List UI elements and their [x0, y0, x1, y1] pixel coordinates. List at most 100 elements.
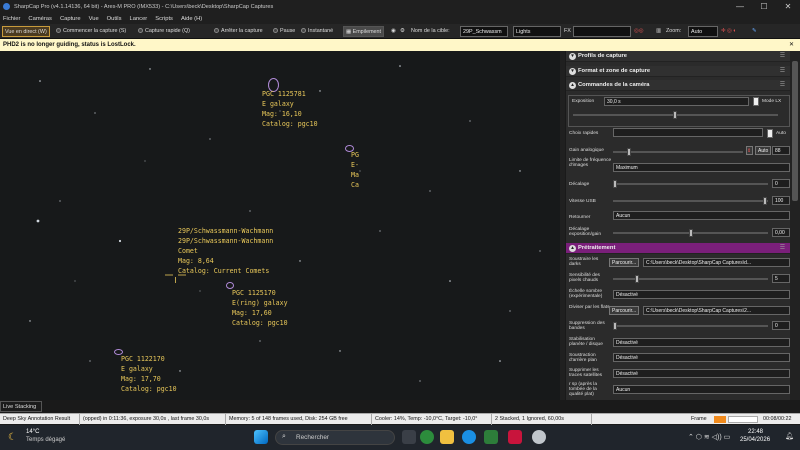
banding-slider[interactable] — [613, 322, 768, 330]
stop-capture-button[interactable]: Arrêter la capture — [214, 26, 263, 37]
divide-flats-label: Diviser par les flats — [569, 305, 610, 310]
menu-cameras[interactable]: Caméras — [28, 16, 52, 22]
offset-slider[interactable] — [613, 180, 768, 188]
gain-auto-button[interactable]: Auto — [755, 146, 772, 155]
section-camera-controls[interactable]: ▴ Commandes de la caméra ☰ — [566, 80, 790, 91]
background-subtraction-select[interactable]: Désactivé — [613, 353, 790, 362]
gain-stepper[interactable]: ⇕ — [746, 146, 753, 155]
chrome-icon[interactable] — [420, 430, 434, 444]
exposure-gain-offset-slider[interactable] — [613, 229, 768, 237]
live-stacking-tab[interactable]: Live Stacking — [0, 401, 42, 412]
clock-date[interactable]: 25/04/2026 — [740, 437, 770, 443]
weather-temperature[interactable]: 14°C — [26, 429, 39, 435]
notification-text: PHD2 is no longer guiding, status is Los… — [3, 42, 136, 48]
section-capture-profiles[interactable]: ▾ Profils de capture ☰ — [566, 51, 790, 62]
quick-capture-icon — [138, 28, 143, 34]
menu-help[interactable]: Aide (H) — [181, 16, 202, 22]
banding-value[interactable]: 0 — [772, 321, 790, 330]
fx-select[interactable] — [573, 26, 631, 37]
exposure-gain-offset-value[interactable]: 0,00 — [772, 228, 790, 237]
live-view-button[interactable]: Vue en direct (W) — [2, 26, 50, 37]
toolbar: Vue en direct (W) Commencer la capture (… — [0, 24, 800, 39]
target-name-input[interactable]: 29P_Schwassm — [460, 26, 508, 37]
flip-select[interactable]: Aucun — [613, 211, 790, 220]
panel-scrollbar[interactable] — [790, 51, 800, 400]
menu-capture[interactable]: Capture — [60, 16, 81, 22]
minimize-button[interactable]: — — [728, 0, 752, 13]
start-capture-button[interactable]: Commencer la capture (S) — [56, 26, 126, 37]
auto-exposure-checkbox[interactable] — [767, 129, 773, 138]
subtract-darks-label: Soustraire les darks — [569, 257, 599, 267]
search-box[interactable]: ⌕ Rechercher — [275, 430, 395, 445]
usb-speed-slider[interactable] — [613, 197, 768, 205]
usb-speed-value[interactable]: 100 — [772, 196, 790, 205]
menu-icon[interactable]: ☰ — [780, 243, 785, 254]
browse-flats-button[interactable]: Parcourir... — [609, 306, 640, 315]
flats-path-select[interactable]: C:\Users\beck\Desktop\SharpCap Captures\… — [643, 306, 790, 315]
menu-view[interactable]: Vue — [89, 16, 99, 22]
system-tray-icons[interactable]: ⌃ ⬡ ≋ ◁)) ▭ — [688, 433, 730, 441]
quick-choice-select[interactable] — [613, 128, 763, 137]
file-explorer-icon[interactable] — [440, 430, 454, 444]
collapse-icon: ▴ — [569, 82, 576, 89]
exposure-input[interactable]: 30,0 s — [604, 97, 749, 106]
stabilisation-select[interactable]: Désactivé — [613, 338, 790, 347]
menu-icon[interactable]: ☰ — [780, 51, 785, 62]
section-preprocessing[interactable]: ▴ Prétraitement ☰ — [566, 243, 790, 254]
exposure-slider[interactable] — [573, 111, 778, 119]
frame-counter: 00:08/00:22 — [763, 416, 792, 422]
record-red-icon[interactable]: ◎◎ — [634, 26, 643, 37]
zoom-select[interactable]: Auto — [688, 26, 718, 37]
close-notification-icon[interactable]: ✕ — [789, 39, 794, 51]
menu-file[interactable]: Fichier — [3, 16, 20, 22]
sharpcap-taskbar-icon[interactable] — [532, 430, 546, 444]
status-cooler: Cooler: 14%, Temp: -10,0°C, Target: -10,… — [372, 414, 492, 425]
flat-quality-select[interactable]: Aucun — [613, 385, 790, 394]
gain-value[interactable]: 88 — [772, 146, 790, 155]
menu-icon[interactable]: ☰ — [780, 66, 785, 77]
crosshair-icon[interactable]: ✛ ◎ ◐ — [721, 26, 736, 37]
frame-type-select[interactable]: Lights — [513, 26, 561, 37]
menu-icon[interactable]: ☰ — [780, 80, 785, 91]
offset-value[interactable]: 0 — [772, 179, 790, 188]
dark-scale-label: Échelle sombre (expérimentale) — [569, 289, 603, 299]
browse-darks-button[interactable]: Parcourir... — [609, 258, 640, 267]
menu-launch[interactable]: Lancer — [130, 16, 148, 22]
snapshot-button[interactable]: Instantané — [301, 26, 333, 37]
notifications-icon[interactable]: 🔔︎ — [785, 432, 794, 440]
maximize-button[interactable]: ☐ — [752, 0, 776, 13]
frame-rate-limit-select[interactable]: Maximum — [613, 163, 790, 172]
status-annotation: Deep Sky Annotation Result — [0, 414, 80, 425]
weather-description[interactable]: Temps dégagé — [26, 437, 65, 443]
quick-capture-button[interactable]: Capture rapide (Q) — [138, 26, 190, 37]
clock-time[interactable]: 22:48 — [748, 429, 763, 435]
edit-icon[interactable]: ✎ — [752, 26, 757, 37]
app-icon-red[interactable] — [508, 430, 522, 444]
hot-pixel-value[interactable]: 5 — [772, 274, 790, 283]
dark-scale-select[interactable]: Désactivé — [613, 290, 790, 299]
stack-button[interactable]: ▦ Empilement — [343, 26, 385, 37]
fx-label: FX — [564, 28, 571, 34]
menu-scripts[interactable]: Scripts — [155, 16, 173, 22]
flat-quality-label: r sp (après la tombée de la qualité plat… — [569, 382, 597, 397]
image-viewer[interactable]: PGC 1125781 E galaxy Mag: 16,10 Catalog:… — [0, 51, 565, 400]
viewer-scrollbar[interactable] — [560, 51, 565, 400]
windows-start-icon[interactable] — [254, 430, 268, 444]
hot-pixel-slider[interactable] — [613, 275, 768, 283]
annotation-pgc-edge: PG E- Ma Ca — [351, 151, 359, 189]
edge-icon[interactable] — [462, 430, 476, 444]
flip-label: Retourner — [569, 215, 591, 220]
settings-circle-icon[interactable]: ◉ — [391, 26, 396, 37]
close-window-button[interactable]: ✕ — [776, 0, 800, 13]
section-format[interactable]: ▾ Format et zone de capture ☰ — [566, 66, 790, 77]
target-name-label: Nom de la cible: — [411, 28, 450, 34]
gain-slider[interactable] — [613, 148, 743, 156]
grid-icon[interactable]: ▥ — [656, 26, 661, 37]
satellite-trails-select[interactable]: Désactivé — [613, 369, 790, 378]
app-icon-green[interactable] — [484, 430, 498, 444]
darks-path-select[interactable]: C:\Users\beck\Desktop\SharpCap Captures\… — [643, 258, 790, 267]
task-view-icon[interactable] — [402, 430, 416, 444]
lx-mode-checkbox[interactable] — [753, 97, 759, 106]
pause-button[interactable]: Pause — [273, 26, 295, 37]
menu-tools[interactable]: Outils — [107, 16, 122, 22]
